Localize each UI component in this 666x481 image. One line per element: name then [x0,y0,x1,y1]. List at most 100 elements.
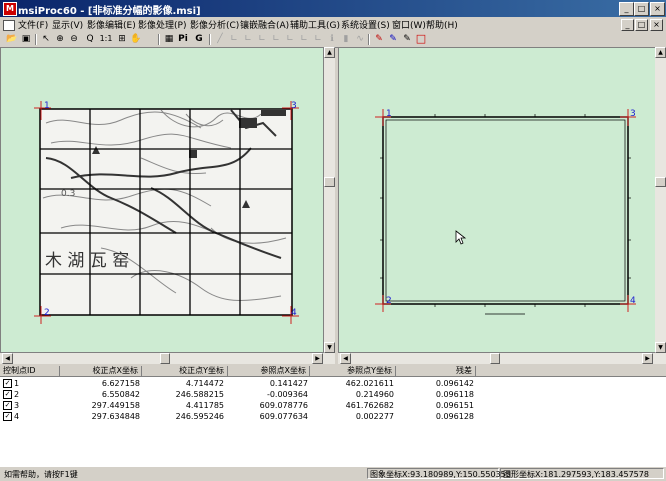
corner-label-4: 4 [630,296,636,306]
pan-hand-icon[interactable]: ✋ [130,33,142,45]
toolbar-separator [158,34,160,45]
pointer-icon[interactable]: ↖ [40,33,52,45]
pencil-red-icon[interactable]: ✎ [373,33,385,45]
save-icon[interactable]: ▣ [20,33,32,45]
scroll-down-icon[interactable]: ▼ [324,342,335,353]
status-help: 如需帮助，请按F1键 [4,470,78,479]
scroll-left-icon[interactable]: ◀ [2,353,13,364]
column-header-ry[interactable]: 参照点Y坐标 [310,366,396,376]
status-figure-coord: 图形坐标X:181.297593,Y:183.457578 [500,468,664,479]
app-icon[interactable]: M [3,2,17,16]
scroll-thumb[interactable] [655,177,666,187]
column-header-residual[interactable]: 残差 [396,366,476,376]
doc-restore-button[interactable]: □ [635,19,648,31]
cell-cx: 297.449158 [91,401,140,410]
corner-label-1: 1 [386,109,392,119]
doc-minimize-button[interactable]: _ [621,19,634,31]
curve-icon[interactable]: ∿ [354,33,366,45]
corner-label-2: 2 [386,296,392,306]
table-row[interactable]: ✓ 2 6.550842 246.588215 -0.009364 0.2149… [0,389,474,400]
zoom-out-icon[interactable]: ⊖ [68,33,80,45]
scroll-right-icon[interactable]: ▶ [642,353,653,364]
status-bar: 如需帮助，请按F1键 图象坐标X:93.180989,Y:150.550353 … [0,466,666,481]
minimize-button[interactable]: _ [619,2,634,16]
scroll-thumb[interactable] [160,353,170,364]
source-image-view[interactable]: 木 湖 瓦 窑 0.3 1 3 2 4 [0,47,324,353]
scroll-left-icon[interactable]: ◀ [340,353,351,364]
actual-size-icon[interactable]: 1:1 [98,33,114,45]
histogram-icon[interactable]: ▮ [340,33,352,45]
draw-corner-icon[interactable]: ∟ [298,33,310,45]
scroll-thumb[interactable] [324,177,335,187]
pencil-blue-icon[interactable]: ✎ [387,33,399,45]
menu-view[interactable]: 显示(V) [52,18,83,31]
doc-close-button[interactable]: × [650,19,663,31]
menu-bar: 文件(F) 显示(V) 影像编辑(E) 影像处理(P) 影像分析(C) 镶嵌融合… [0,17,666,33]
draw-corner-icon[interactable]: ∟ [256,33,268,45]
zoom-fit-icon[interactable]: ⊞ [116,33,128,45]
control-point-icon[interactable]: Pi [177,33,189,45]
table-row[interactable]: ✓ 1 6.627158 4.714472 0.141427 462.02161… [0,378,474,389]
cell-residual: 0.096118 [435,390,474,399]
draw-corner-icon[interactable]: ∟ [284,33,296,45]
draw-corner-icon[interactable]: ∟ [312,33,324,45]
draw-line-icon[interactable]: ╱ [214,33,226,45]
pencil-icon[interactable]: ✎ [401,33,413,45]
toolbar: 📂 ▣ ↖ ⊕ ⊖ Q 1:1 ⊞ ✋ ▦ Pi G ╱ ∟ ∟ ∟ ∟ ∟ ∟… [0,32,666,48]
toolbar-separator [368,34,370,45]
corner-label-2: 2 [44,308,50,318]
left-vertical-scrollbar[interactable]: ▲ ▼ [324,47,335,353]
column-header-cx[interactable]: 校正点X坐标 [60,366,142,376]
draw-corner-icon[interactable]: ∟ [242,33,254,45]
table-row[interactable]: ✓ 4 297.634848 246.595246 609.077634 0.0… [0,411,474,422]
row-checkbox[interactable]: ✓ [3,379,12,388]
right-horizontal-scrollbar[interactable]: ◀ ▶ [338,353,666,364]
column-header-rx[interactable]: 参照点X坐标 [228,366,310,376]
row-checkbox[interactable]: ✓ [3,412,12,421]
geo-icon[interactable]: G [193,33,205,45]
cell-ry: 461.762682 [345,401,394,410]
row-checkbox[interactable]: ✓ [3,401,12,410]
menu-window[interactable]: 窗口(W) [392,18,426,31]
document-icon[interactable] [3,20,15,31]
row-checkbox[interactable]: ✓ [3,390,12,399]
draw-corner-icon[interactable]: ∟ [228,33,240,45]
zoom-icon[interactable]: Q [84,33,96,45]
table-row[interactable]: ✓ 3 297.449158 4.411785 609.078776 461.7… [0,400,474,411]
cell-rx: -0.009364 [266,390,308,399]
scroll-right-icon[interactable]: ▶ [312,353,323,364]
draw-corner-icon[interactable]: ∟ [270,33,282,45]
info-icon[interactable]: ℹ [326,33,338,45]
close-button[interactable]: × [650,2,665,16]
column-header-id[interactable]: 控制点ID [0,366,60,376]
left-horizontal-scrollbar[interactable]: ◀ ▶ [0,353,335,364]
menu-help[interactable]: 帮助(H) [426,18,458,31]
cell-cy: 246.595246 [175,412,224,421]
menu-mosaic[interactable]: 镶嵌融合(A) [240,18,289,31]
cell-cx: 6.627158 [101,379,140,388]
menu-tools[interactable]: 辅助工具(G) [290,18,340,31]
scroll-up-icon[interactable]: ▲ [655,47,666,58]
cell-cy: 4.411785 [185,401,224,410]
scroll-up-icon[interactable]: ▲ [324,47,335,58]
column-header-cy[interactable]: 校正点Y坐标 [142,366,228,376]
scroll-down-icon[interactable]: ▼ [655,342,666,353]
properties-icon[interactable]: ▦ [163,33,175,45]
zoom-in-icon[interactable]: ⊕ [54,33,66,45]
maximize-button[interactable]: □ [634,2,649,16]
menu-settings[interactable]: 系统设置(S) [341,18,390,31]
scroll-thumb[interactable] [490,353,500,364]
menu-file[interactable]: 文件(F) [18,18,48,31]
reference-view[interactable]: 1 3 2 4 [338,47,656,353]
menu-image-analysis[interactable]: 影像分析(C) [190,18,239,31]
open-folder-icon[interactable]: 📂 [6,33,18,45]
menu-image-process[interactable]: 影像处理(P) [138,18,186,31]
cell-residual: 0.096151 [435,401,474,410]
rectangle-red-icon[interactable]: □ [415,33,427,45]
source-map-canvas[interactable]: 木 湖 瓦 窑 0.3 1 3 2 4 [1,48,323,352]
right-vertical-scrollbar[interactable]: ▲ ▼ [655,47,666,353]
cell-residual: 0.096128 [435,412,474,421]
toolbar-separator [209,34,211,45]
reference-canvas[interactable]: 1 3 2 4 [339,48,655,352]
menu-image-edit[interactable]: 影像编辑(E) [87,18,136,31]
